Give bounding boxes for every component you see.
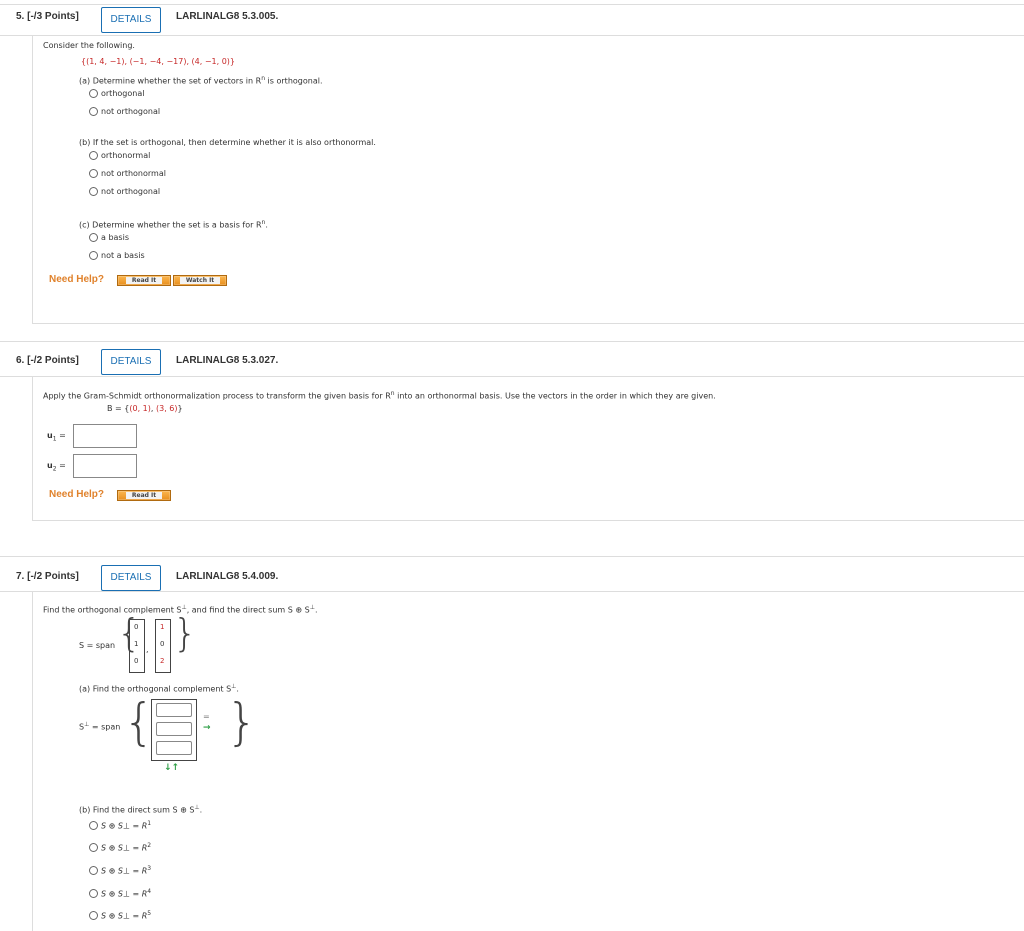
radio-direct-sum-r2[interactable] bbox=[89, 843, 98, 852]
question-5-header: 5. [-/3 Points] DETAILS LARLINALG8 5.3.0… bbox=[0, 4, 1024, 36]
u2-label: u2 = bbox=[47, 461, 66, 473]
question-number: 6. [-/2 Points] bbox=[16, 355, 79, 366]
basis: B = {(0, 1), (3, 6)} bbox=[107, 404, 183, 413]
option-label: S ⊕ S⊥ = R5 bbox=[101, 910, 152, 921]
question-7-header: 7. [-/2 Points] DETAILS LARLINALG8 5.4.0… bbox=[0, 556, 1024, 592]
need-help-label: Need Help? bbox=[49, 489, 105, 500]
details-button[interactable]: DETAILS bbox=[101, 7, 161, 33]
matrix-1-cell: 1 bbox=[134, 640, 139, 648]
u1-label: u1 = bbox=[47, 431, 66, 443]
part-a-prompt: (a) Determine whether the set of vectors… bbox=[79, 75, 323, 86]
option-label: not orthogonal bbox=[101, 107, 161, 116]
need-help-label: Need Help? bbox=[49, 274, 105, 285]
u2-input[interactable] bbox=[73, 454, 137, 478]
option-label: not orthonormal bbox=[101, 169, 166, 178]
question-6-body: Apply the Gram-Schmidt orthonormalizatio… bbox=[32, 376, 1024, 521]
part-b-prompt: (b) If the set is orthogonal, then deter… bbox=[79, 138, 376, 147]
comma: , bbox=[146, 645, 149, 654]
part-b-prompt: (b) Find the direct sum S ⊕ S⊥. bbox=[79, 804, 203, 815]
question-6-header: 6. [-/2 Points] DETAILS LARLINALG8 5.3.0… bbox=[0, 341, 1024, 377]
question-code: LARLINALG8 5.3.005. bbox=[176, 11, 279, 22]
question-5-body: Consider the following. {(1, 4, −1), (−1… bbox=[32, 35, 1024, 324]
option-label: S ⊕ S⊥ = R4 bbox=[101, 888, 152, 899]
read-it-button[interactable]: Read It bbox=[117, 275, 171, 286]
radio-orthonormal[interactable] bbox=[89, 151, 98, 160]
radio-not-a-basis[interactable] bbox=[89, 251, 98, 260]
right-brace: } bbox=[226, 693, 258, 751]
watch-it-button[interactable]: Watch It bbox=[173, 275, 227, 286]
matrix-2-cell: 1 bbox=[160, 623, 165, 631]
prompt: Consider the following. bbox=[43, 41, 135, 50]
option-label: S ⊕ S⊥ = R1 bbox=[101, 820, 152, 831]
radio-orthogonal[interactable] bbox=[89, 89, 98, 98]
option-label: S ⊕ S⊥ = R2 bbox=[101, 842, 152, 853]
radio-direct-sum-r5[interactable] bbox=[89, 911, 98, 920]
option-label: a basis bbox=[101, 233, 129, 242]
add-column-arrow-icon[interactable]: → bbox=[203, 723, 211, 733]
question-6: 6. [-/2 Points] DETAILS LARLINALG8 5.3.0… bbox=[0, 341, 1024, 525]
radio-not-orthogonal-b[interactable] bbox=[89, 187, 98, 196]
option-label: not orthogonal bbox=[101, 187, 161, 196]
equals-icon: = bbox=[203, 712, 210, 721]
matrix-1-cell: 0 bbox=[134, 623, 139, 631]
question-number: 5. [-/3 Points] bbox=[16, 11, 79, 22]
question-5: 5. [-/3 Points] DETAILS LARLINALG8 5.3.0… bbox=[0, 0, 1024, 330]
radio-direct-sum-r3[interactable] bbox=[89, 866, 98, 875]
radio-direct-sum-r4[interactable] bbox=[89, 889, 98, 898]
option-label: S ⊕ S⊥ = R3 bbox=[101, 865, 152, 876]
question-number: 7. [-/2 Points] bbox=[16, 571, 79, 582]
part-c-prompt: (c) Determine whether the set is a basis… bbox=[79, 219, 268, 230]
matrix-2-cell: 0 bbox=[160, 640, 165, 648]
vector-set: {(1, 4, −1), (−1, −4, −17), (4, −1, 0)} bbox=[81, 57, 236, 66]
radio-not-orthonormal[interactable] bbox=[89, 169, 98, 178]
read-it-button[interactable]: Read It bbox=[117, 490, 171, 501]
perp-entry-3[interactable] bbox=[156, 741, 192, 755]
option-label: not a basis bbox=[101, 251, 145, 260]
add-row-arrow-icon[interactable]: ↓↑ bbox=[164, 763, 179, 773]
question-code: LARLINALG8 5.4.009. bbox=[176, 571, 279, 582]
perp-entry-2[interactable] bbox=[156, 722, 192, 736]
radio-direct-sum-r1[interactable] bbox=[89, 821, 98, 830]
sperp-span-label: S⊥ = span bbox=[79, 721, 121, 732]
s-span-label: S = span bbox=[79, 641, 116, 650]
option-label: orthogonal bbox=[101, 89, 145, 98]
matrix-1-cell: 0 bbox=[134, 657, 139, 665]
part-a-prompt: (a) Find the orthogonal complement S⊥. bbox=[79, 683, 239, 694]
u1-input[interactable] bbox=[73, 424, 137, 448]
option-label: orthonormal bbox=[101, 151, 151, 160]
perp-entry-1[interactable] bbox=[156, 703, 192, 717]
question-7: 7. [-/2 Points] DETAILS LARLINALG8 5.4.0… bbox=[0, 556, 1024, 931]
question-7-body: Find the orthogonal complement S⊥, and f… bbox=[32, 591, 1024, 931]
radio-a-basis[interactable] bbox=[89, 233, 98, 242]
details-button[interactable]: DETAILS bbox=[101, 349, 161, 375]
right-brace: } bbox=[173, 611, 198, 655]
prompt: Apply the Gram-Schmidt orthonormalizatio… bbox=[43, 390, 716, 401]
details-button[interactable]: DETAILS bbox=[101, 565, 161, 591]
question-code: LARLINALG8 5.3.027. bbox=[176, 355, 279, 366]
radio-not-orthogonal[interactable] bbox=[89, 107, 98, 116]
matrix-2-cell: 2 bbox=[160, 657, 165, 665]
